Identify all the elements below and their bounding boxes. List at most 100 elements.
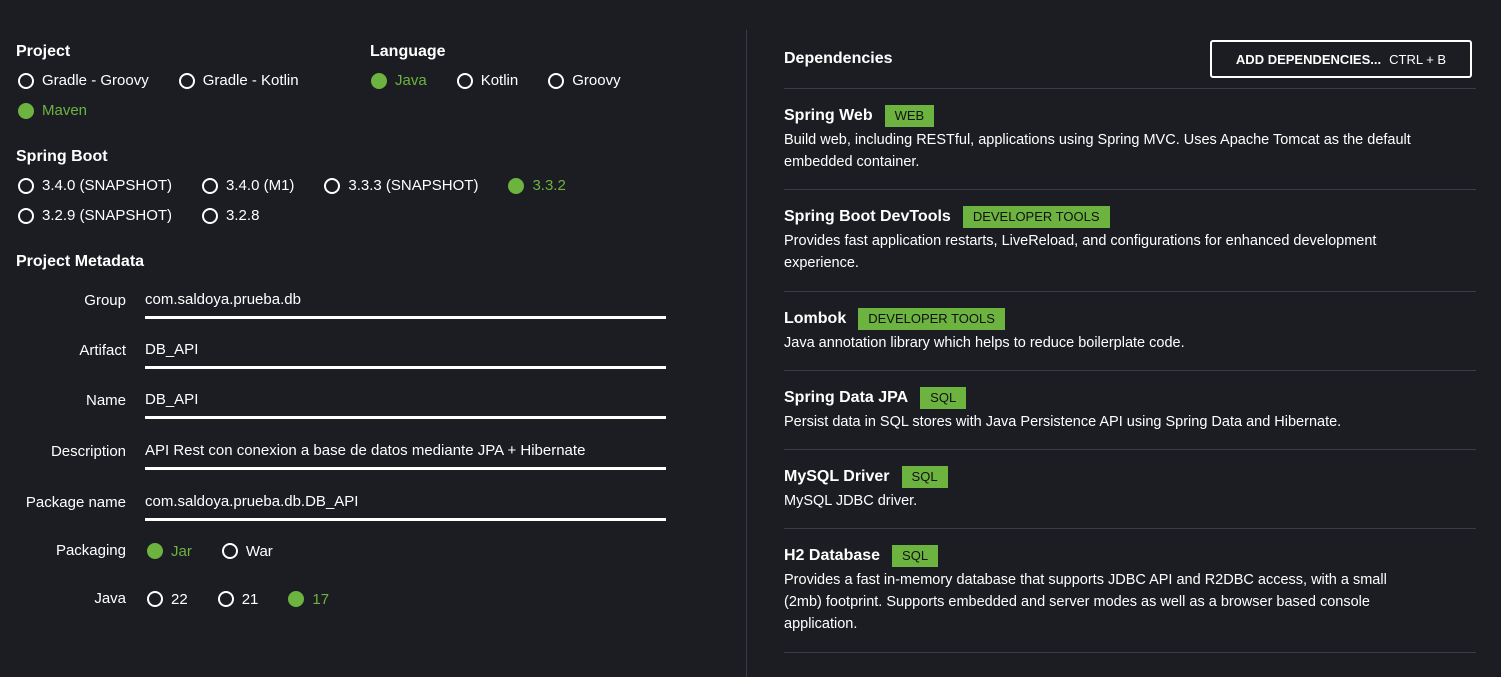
dependency-description: Persist data in SQL stores with Java Per… (784, 414, 1342, 430)
dependency-item: Spring Web WEB Build web, including REST… (784, 105, 1476, 173)
radio-circle-icon (324, 177, 341, 194)
packaging-label: Packaging (55, 542, 126, 559)
radio-groovy[interactable]: Groovy (548, 72, 621, 89)
dependency-item: Spring Data JPA SQL Persist data in SQL … (784, 387, 1476, 433)
radio-filled-icon (288, 591, 305, 607)
dependency-badge: SQL (892, 545, 939, 567)
radio-kotlin[interactable]: Kotlin (456, 72, 518, 89)
divider (784, 370, 1476, 371)
description-label: Description (50, 443, 126, 460)
dependency-description: Build web, including RESTful, applicatio… (784, 132, 1411, 170)
dependency-badge: DEVELOPER TOOLS (962, 206, 1110, 228)
divider (784, 189, 1476, 190)
java-row: Java 22 21 17 (0, 584, 746, 620)
radio-filled-icon (508, 177, 525, 194)
radio-java-22[interactable]: 22 (147, 591, 188, 608)
dependency-item: Lombok DEVELOPER TOOLS Java annotation l… (784, 308, 1476, 354)
dependency-description: Provides fast application restarts, Live… (784, 233, 1377, 271)
group-label: Group (84, 292, 126, 309)
project-options-row2: Maven (18, 102, 117, 119)
spring-boot-options-row2: 3.2.9 (SNAPSHOT) 3.2.8 (18, 207, 289, 224)
radio-filled-icon (371, 72, 387, 89)
radio-circle-icon (217, 591, 234, 607)
column-divider (746, 30, 747, 677)
radio-3-2-8[interactable]: 3.2.8 (202, 207, 259, 224)
add-dependencies-shortcut: CTRL + B (1389, 51, 1447, 67)
dependency-name: MySQL Driver (784, 468, 890, 485)
radio-circle-icon (18, 177, 34, 194)
divider (784, 449, 1476, 450)
spring-initializr-page: Project Gradle - Groovy Gradle - Kotlin … (0, 0, 1501, 677)
description-input[interactable]: API Rest con conexion a base de datos me… (145, 437, 666, 470)
group-row: Group com.saldoya.prueba.db (0, 286, 746, 322)
radio-3-2-9-snapshot[interactable]: 3.2.9 (SNAPSHOT) (18, 207, 172, 224)
radio-circle-icon (456, 72, 473, 89)
add-dependencies-button[interactable]: ADD DEPENDENCIES... CTRL + B (1210, 40, 1472, 78)
radio-circle-icon (202, 207, 219, 224)
radio-maven[interactable]: Maven (18, 102, 87, 119)
radio-gradle-kotlin[interactable]: Gradle - Kotlin (178, 72, 299, 89)
radio-war[interactable]: War (221, 543, 273, 560)
packaging-row: Packaging Jar War (0, 536, 746, 572)
divider (784, 291, 1476, 292)
dependencies-panel: Dependencies ADD DEPENDENCIES... CTRL + … (784, 0, 1476, 677)
spring-boot-title: Spring Boot (16, 148, 108, 165)
dependency-name: Spring Boot DevTools (784, 208, 951, 225)
config-panel: Project Gradle - Groovy Gradle - Kotlin … (0, 0, 746, 677)
dependency-name: H2 Database (784, 547, 881, 564)
radio-java-17[interactable]: 17 (288, 591, 329, 608)
spring-boot-options: 3.4.0 (SNAPSHOT) 3.4.0 (M1) 3.3.3 (SNAPS… (18, 177, 596, 194)
name-label: Name (85, 392, 126, 409)
radio-jar[interactable]: Jar (147, 543, 192, 560)
dependency-item: H2 Database SQL Provides a fast in-memor… (784, 545, 1476, 635)
dependencies-title: Dependencies (784, 50, 893, 67)
package-name-input[interactable]: com.saldoya.prueba.db.DB_API (145, 488, 666, 521)
radio-filled-icon (147, 543, 163, 559)
java-label: Java (94, 590, 126, 607)
radio-circle-icon (18, 207, 34, 224)
radio-circle-icon (202, 177, 219, 194)
radio-java[interactable]: Java (371, 72, 427, 89)
packaging-options: Jar War (147, 536, 303, 566)
radio-circle-icon (147, 591, 163, 607)
dependency-item: MySQL Driver SQL MySQL JDBC driver. (784, 466, 1476, 512)
artifact-row: Artifact DB_API (0, 336, 746, 372)
project-options: Gradle - Groovy Gradle - Kotlin (18, 72, 329, 89)
radio-circle-icon (548, 72, 565, 89)
artifact-label: Artifact (79, 342, 126, 359)
add-dependencies-label: ADD DEPENDENCIES... (1235, 51, 1382, 67)
language-title: Language (370, 43, 446, 60)
language-options: Java Kotlin Groovy (371, 72, 651, 89)
dependency-description: MySQL JDBC driver. (784, 493, 918, 509)
divider (784, 528, 1476, 529)
dependency-name: Lombok (784, 310, 847, 327)
radio-3-4-0-m1[interactable]: 3.4.0 (M1) (202, 177, 294, 194)
radio-java-21[interactable]: 21 (217, 591, 258, 608)
package-name-row: Package name com.saldoya.prueba.db.DB_AP… (0, 488, 746, 524)
radio-gradle-groovy[interactable]: Gradle - Groovy (18, 72, 149, 89)
radio-circle-icon (178, 72, 195, 89)
radio-3-3-3-snapshot[interactable]: 3.3.3 (SNAPSHOT) (324, 177, 478, 194)
radio-filled-icon (18, 102, 34, 119)
name-row: Name DB_API (0, 386, 746, 422)
name-input[interactable]: DB_API (145, 386, 666, 419)
package-name-label: Package name (25, 494, 126, 511)
radio-3-4-0-snapshot[interactable]: 3.4.0 (SNAPSHOT) (18, 177, 172, 194)
artifact-input[interactable]: DB_API (145, 336, 666, 369)
dependency-name: Spring Web (784, 107, 873, 124)
divider (784, 88, 1476, 89)
dependency-name: Spring Data JPA (784, 389, 909, 406)
dependency-description: Provides a fast in-memory database that … (784, 572, 1387, 632)
dependency-badge: SQL (920, 387, 967, 409)
dependency-badge: WEB (884, 105, 935, 127)
description-row: Description API Rest con conexion a base… (0, 437, 746, 473)
java-options: 22 21 17 (147, 584, 359, 614)
project-metadata-title: Project Metadata (16, 253, 145, 270)
dependency-badge: DEVELOPER TOOLS (858, 308, 1005, 330)
radio-3-3-2[interactable]: 3.3.2 (508, 177, 566, 194)
group-input[interactable]: com.saldoya.prueba.db (145, 286, 666, 319)
divider (784, 652, 1476, 653)
dependency-description: Java annotation library which helps to r… (784, 335, 1185, 351)
dependency-badge: SQL (901, 466, 948, 488)
project-title: Project (16, 43, 71, 60)
